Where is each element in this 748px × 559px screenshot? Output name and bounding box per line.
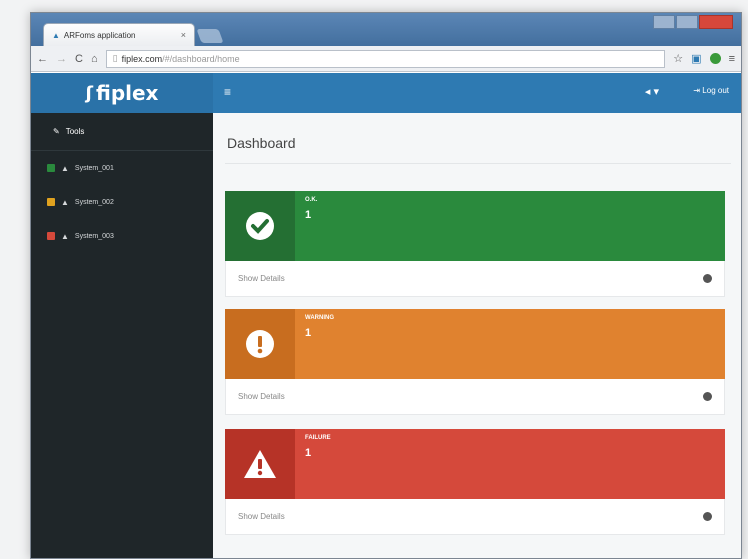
panel-count: 1 <box>305 327 312 339</box>
panel-icon-box <box>225 191 295 261</box>
reload-icon[interactable]: C <box>75 53 83 65</box>
warning-triangle-icon: ▲ <box>61 163 69 173</box>
arrow-circle-icon <box>703 274 712 283</box>
show-details-link[interactable]: Show Details <box>225 379 725 415</box>
logout-icon: ⇥ <box>693 86 701 95</box>
panel-header: WARNING 1 <box>225 309 725 379</box>
back-icon[interactable]: ← <box>37 53 48 65</box>
sidebar-item-system-001[interactable]: ▲ System_001 <box>31 151 213 185</box>
window-close-button[interactable] <box>699 15 733 29</box>
logo[interactable]: ʃ fiplex <box>31 73 213 113</box>
status-panel-warning: WARNING 1 Show Details <box>225 309 725 415</box>
top-navbar: ʃ fiplex ≡ ◂ ▾ ⇥ Log out <box>31 73 741 113</box>
divider <box>225 163 731 164</box>
app: ʃ fiplex ≡ ◂ ▾ ⇥ Log out ✎ Tools ▲ Syste… <box>31 73 741 558</box>
status-panel-failure: FAILURE 1 Show Details <box>225 429 725 535</box>
wrench-icon: ✎ <box>53 127 60 136</box>
arrow-circle-icon <box>703 512 712 521</box>
show-details-link[interactable]: Show Details <box>225 499 725 535</box>
panel-label: FAILURE <box>305 435 331 441</box>
footer-label: Show Details <box>238 392 285 401</box>
browser-tab[interactable]: ▲ ARFoms application × <box>43 23 195 46</box>
tab-favicon-icon: ▲ <box>52 30 60 40</box>
panel-header: FAILURE 1 <box>225 429 725 499</box>
status-failure-icon <box>47 232 55 240</box>
logo-mark-icon: ʃ <box>85 82 93 104</box>
panel-body: WARNING 1 <box>295 309 725 379</box>
menu-icon[interactable]: ≡ <box>729 53 735 65</box>
check-circle-icon <box>246 212 274 240</box>
main-content: Dashboard O.K. 1 Show Details WARNING 1 … <box>213 113 741 558</box>
exclamation-circle-icon <box>246 330 274 358</box>
minimize-button[interactable] <box>653 15 675 29</box>
browser-titlebar: ▲ ARFoms application × <box>31 13 741 46</box>
logo-text: fiplex <box>96 81 159 105</box>
url-field[interactable]: ▯ fiplex.com /#/dashboard/home <box>105 49 666 68</box>
status-panel-ok: O.K. 1 Show Details <box>225 191 725 297</box>
status-ok-icon <box>47 164 55 172</box>
share-icon[interactable]: ◂ ▾ <box>645 85 659 98</box>
panel-icon-box <box>225 309 295 379</box>
panel-body: O.K. 1 <box>295 191 725 261</box>
sidebar-item-label: Tools <box>65 127 85 136</box>
page-title: Dashboard <box>227 135 296 151</box>
sidebar: ✎ Tools ▲ System_001 ▲ System_002 ▲ Syst… <box>31 113 213 558</box>
translate-icon[interactable]: ▣ <box>691 52 701 65</box>
url-path: /#/dashboard/home <box>162 53 240 64</box>
sidebar-item-tools[interactable]: ✎ Tools <box>31 113 213 151</box>
url-host: fiplex.com <box>121 53 163 64</box>
footer-label: Show Details <box>238 274 285 283</box>
logout-button[interactable]: ⇥ Log out <box>693 86 729 95</box>
warning-triangle-icon: ▲ <box>61 231 69 241</box>
logout-label: Log out <box>702 86 729 95</box>
hamburger-menu-icon[interactable]: ≡ <box>224 85 231 99</box>
panel-count: 1 <box>305 209 312 221</box>
sidebar-item-system-003[interactable]: ▲ System_003 <box>31 219 213 253</box>
browser-window: ▲ ARFoms application × ← → C ⌂ ▯ fiplex.… <box>30 12 742 559</box>
tab-close-icon[interactable]: × <box>181 30 186 40</box>
footer-label: Show Details <box>238 512 285 521</box>
arrow-circle-icon <box>703 392 712 401</box>
panel-body: FAILURE 1 <box>295 429 725 499</box>
panel-label: O.K. <box>305 197 318 203</box>
window-controls <box>653 15 733 29</box>
sidebar-item-label: System_001 <box>74 164 114 172</box>
forward-icon[interactable]: → <box>56 53 67 65</box>
panel-count: 1 <box>305 447 312 459</box>
warning-triangle-icon: ▲ <box>61 197 69 207</box>
panel-icon-box <box>225 429 295 499</box>
browser-toolbar-icons: ☆ ▣ ≡ <box>673 52 735 66</box>
sidebar-item-label: System_003 <box>74 232 114 240</box>
status-warning-icon <box>47 198 55 206</box>
bookmark-star-icon[interactable]: ☆ <box>673 52 683 65</box>
sidebar-item-label: System_002 <box>74 198 114 206</box>
home-icon[interactable]: ⌂ <box>91 53 98 65</box>
extension-icon[interactable] <box>709 53 721 64</box>
maximize-button[interactable] <box>676 15 698 29</box>
sidebar-item-system-002[interactable]: ▲ System_002 <box>31 185 213 219</box>
panel-label: WARNING <box>305 315 334 321</box>
show-details-link[interactable]: Show Details <box>225 261 725 297</box>
tab-title: ARFoms application <box>63 30 136 40</box>
panel-header: O.K. 1 <box>225 191 725 261</box>
address-bar: ← → C ⌂ ▯ fiplex.com /#/dashboard/home ☆… <box>31 46 741 72</box>
new-tab-button[interactable] <box>196 29 224 43</box>
warning-triangle-icon <box>244 450 276 478</box>
page-icon: ▯ <box>112 53 118 63</box>
